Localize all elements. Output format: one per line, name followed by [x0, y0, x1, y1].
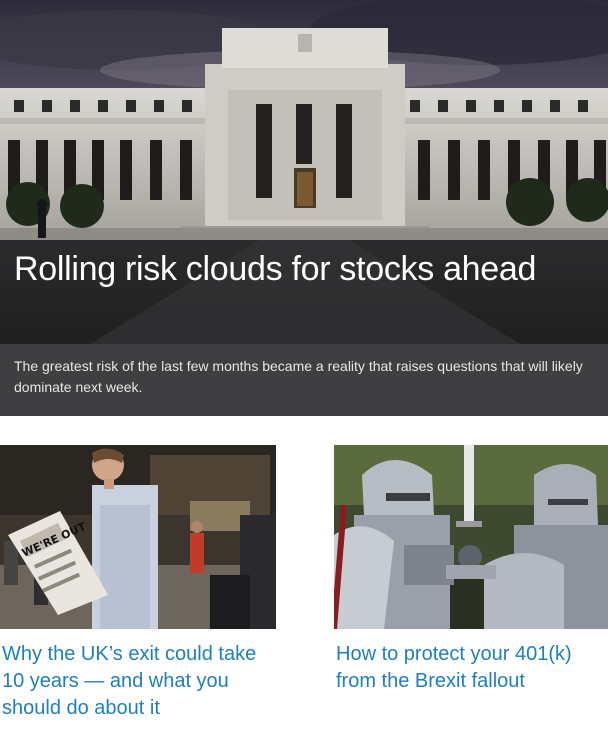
story-card-401k[interactable]: How to protect your 401(k) from the Brex… — [334, 445, 608, 695]
story-image-knights[interactable] — [334, 445, 608, 629]
hero-story[interactable]: Rolling risk clouds for stocks ahead The… — [0, 0, 608, 416]
story-card-uk-exit[interactable]: WE'RE OUT Why the UK’s exit could take 1… — [0, 445, 276, 722]
related-stories: WE'RE OUT Why the UK’s exit could take 1… — [0, 416, 608, 750]
hero-dek: The greatest risk of the last few months… — [0, 344, 608, 416]
story-image-newspaper-reader[interactable]: WE'RE OUT — [0, 445, 276, 629]
story-headline-401k[interactable]: How to protect your 401(k) from the Brex… — [336, 641, 608, 695]
hero-headline[interactable]: Rolling risk clouds for stocks ahead — [14, 248, 574, 290]
story-headline-uk-exit[interactable]: Why the UK’s exit could take 10 years — … — [2, 641, 276, 722]
